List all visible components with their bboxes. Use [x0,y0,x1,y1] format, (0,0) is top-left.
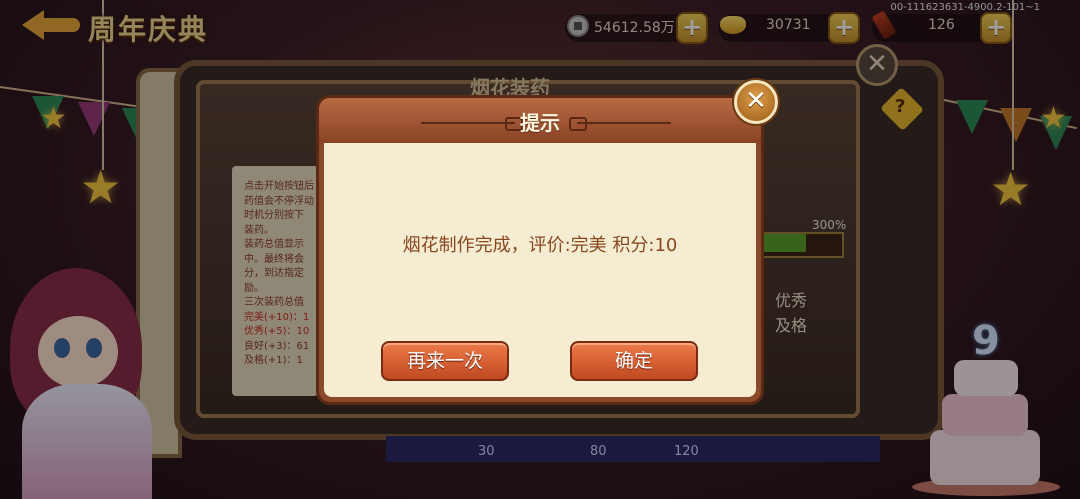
dialog-close-button[interactable]: ✕ [734,80,778,124]
close-icon: ✕ [745,86,767,116]
dialog-message: 烟花制作完成，评价:完美 积分:10 [402,235,678,256]
retry-button[interactable]: 再来一次 [381,341,509,381]
prompt-dialog: 提示 烟花制作完成，评价:完美 积分:10 再来一次 确定 [316,95,764,405]
game-screen: ★ ★ ★ ★ 周年庆典 54612.58万 + 30731 + 126 + 0… [0,0,1080,499]
confirm-button[interactable]: 确定 [570,341,698,381]
dialog-title: 提示 [520,111,560,135]
